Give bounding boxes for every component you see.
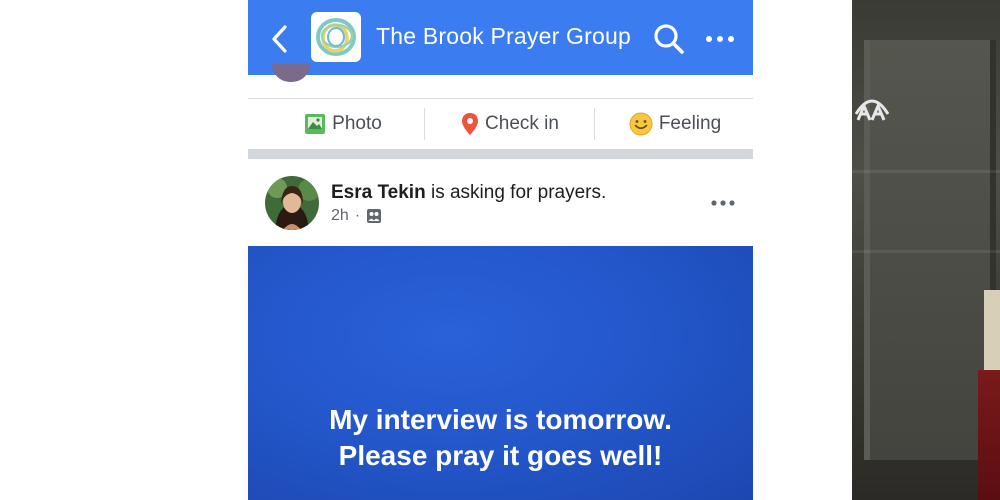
location-pin-icon [462,113,479,135]
group-header-bar: The Brook Prayer Group [248,0,753,75]
background-video [852,0,1000,500]
feeling-label: Feeling [658,113,722,134]
post-headline: Esra Tekin is asking for prayers. [331,182,606,204]
back-button[interactable] [266,22,296,56]
photo-icon [305,114,326,134]
user-avatar-partial [272,64,310,82]
more-horizontal-icon [706,36,734,42]
action-divider [594,108,595,140]
more-options-button[interactable] [704,28,736,50]
post-message: My interview is tomorrow. Please pray it… [248,402,753,474]
phone-screen: The Brook Prayer Group Photo Check in Fe… [248,0,753,500]
search-button[interactable] [652,22,686,56]
divider-line [248,98,753,99]
background-object [978,370,1000,500]
search-icon [654,24,684,54]
more-horizontal-icon [711,200,735,206]
author-name[interactable]: Esra Tekin [331,182,426,203]
post-options-button[interactable] [710,196,736,208]
group-audience-icon [367,209,382,223]
chevron-left-icon [272,25,287,53]
composer-actions: Photo Check in Feeling [248,100,753,148]
aa-logo [854,99,890,121]
post-timestamp[interactable]: 2h [331,207,349,225]
meta-separator: · [354,207,361,224]
group-avatar[interactable] [311,12,361,62]
section-separator [248,149,753,159]
post-action-text: is asking for prayers. [425,182,607,203]
smiley-icon [629,112,653,136]
background-stripe [852,250,1000,253]
group-title: The Brook Prayer Group [376,23,631,49]
feeling-button[interactable]: Feeling [600,100,750,148]
post-header: Esra Tekin is asking for prayers. 2h · [248,160,753,246]
background-stripe [852,170,1000,173]
post-message-line: Please pray it goes well! [338,440,663,471]
action-divider [424,108,425,140]
post-meta: 2h · [331,207,382,225]
post-message-line: My interview is tomorrow. [329,404,672,435]
photo-button[interactable]: Photo [268,100,418,148]
author-avatar[interactable] [265,176,319,230]
author-photo [265,176,319,230]
post-content[interactable]: My interview is tomorrow. Please pray it… [248,246,753,500]
check-in-button[interactable]: Check in [430,100,590,148]
check-in-label: Check in [485,113,559,134]
photo-label: Photo [332,113,382,134]
group-logo-icon [316,18,356,56]
